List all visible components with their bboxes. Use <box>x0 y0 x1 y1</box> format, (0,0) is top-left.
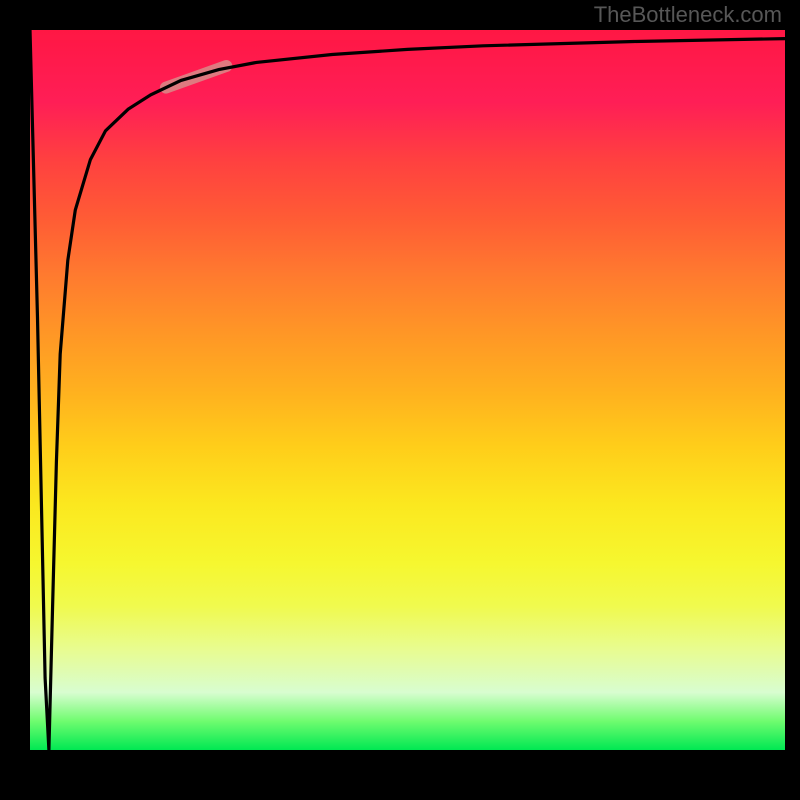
watermark-text: TheBottleneck.com <box>594 2 782 28</box>
chart-plot-area <box>30 30 785 750</box>
